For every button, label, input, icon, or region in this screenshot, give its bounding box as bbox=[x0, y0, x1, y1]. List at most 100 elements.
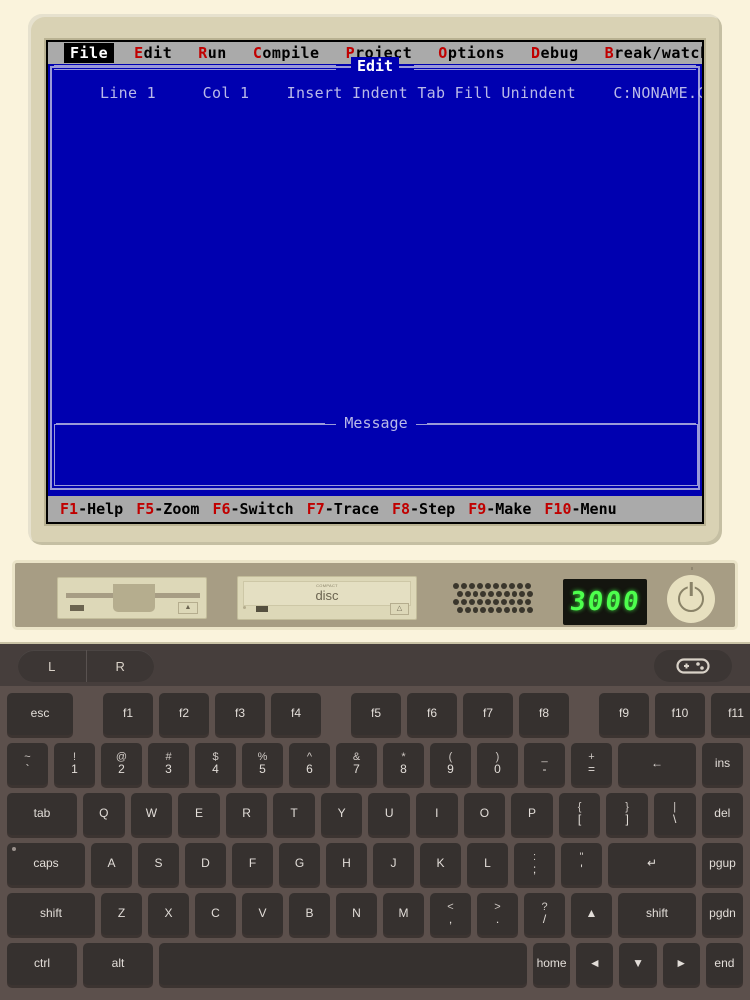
key-7[interactable]: & 7 bbox=[336, 743, 377, 785]
key-sym[interactable]: >. bbox=[477, 893, 518, 935]
key-sym[interactable]: ~ ` bbox=[7, 743, 48, 785]
key-ins[interactable]: ins bbox=[702, 743, 743, 785]
key-end[interactable]: end bbox=[705, 943, 744, 985]
key-g[interactable]: G bbox=[279, 843, 320, 885]
fkey-f1[interactable]: F1-Help bbox=[60, 500, 123, 518]
fkey-f6[interactable]: F6-Switch bbox=[212, 500, 293, 518]
key-q[interactable]: Q bbox=[83, 793, 125, 835]
key-f6[interactable]: f6 bbox=[407, 693, 457, 735]
key-shift[interactable]: shift bbox=[7, 893, 95, 935]
key-sym[interactable]: :; bbox=[514, 843, 555, 885]
key-o[interactable]: O bbox=[463, 793, 506, 835]
key-sym[interactable]: }] bbox=[606, 793, 648, 835]
key-f7[interactable]: f7 bbox=[463, 693, 513, 735]
fkey-f8[interactable]: F8-Step bbox=[392, 500, 455, 518]
key-sym[interactable]: ► bbox=[662, 943, 700, 985]
floppy-drive[interactable]: ▲ bbox=[57, 577, 207, 619]
key-4[interactable]: $4 bbox=[195, 743, 236, 785]
cd-tray[interactable]: COMPACT disc bbox=[243, 581, 411, 606]
key-f2[interactable]: f2 bbox=[159, 693, 209, 735]
cd-eject-button[interactable]: △ bbox=[390, 603, 409, 615]
key-sym[interactable]: ↵ bbox=[608, 843, 696, 885]
key-y[interactable]: Y bbox=[320, 793, 363, 835]
editor-text-area[interactable] bbox=[52, 112, 698, 420]
key-caps[interactable]: caps bbox=[7, 843, 85, 885]
key-sym[interactable]: ▲ bbox=[571, 893, 612, 935]
key-e[interactable]: E bbox=[178, 793, 220, 835]
key-1[interactable]: ! 1 bbox=[54, 743, 95, 785]
key-r[interactable]: R bbox=[225, 793, 268, 835]
key-b[interactable]: B bbox=[289, 893, 330, 935]
key-sym[interactable]: ◄ bbox=[576, 943, 614, 985]
fkey-f10[interactable]: F10-Menu bbox=[544, 500, 616, 518]
power-button[interactable] bbox=[667, 575, 715, 623]
key-label: f1 bbox=[122, 706, 133, 721]
fkey-f7[interactable]: F7-Trace bbox=[307, 500, 379, 518]
key-space[interactable] bbox=[159, 943, 527, 985]
compact-disc-logo: COMPACT disc bbox=[315, 583, 338, 604]
cd-drive[interactable]: COMPACT disc △ bbox=[237, 576, 417, 620]
key-a[interactable]: A bbox=[91, 843, 132, 885]
key-m[interactable]: M bbox=[383, 893, 424, 935]
key-z[interactable]: Z bbox=[101, 893, 142, 935]
key-p[interactable]: P bbox=[511, 793, 553, 835]
key-3[interactable]: #3 bbox=[148, 743, 189, 785]
key-sym[interactable]: | \ bbox=[653, 793, 696, 835]
key-t[interactable]: T bbox=[273, 793, 315, 835]
key-f9[interactable]: f9 bbox=[599, 693, 649, 735]
key-2[interactable]: @2 bbox=[101, 743, 142, 785]
key-9[interactable]: (9 bbox=[430, 743, 471, 785]
key-0[interactable]: ) 0 bbox=[477, 743, 518, 785]
key-i[interactable]: I bbox=[416, 793, 458, 835]
key-l[interactable]: L bbox=[467, 843, 508, 885]
gamepad-toggle-button[interactable] bbox=[654, 650, 732, 682]
key-pgup[interactable]: pgup bbox=[702, 843, 743, 885]
key-s[interactable]: S bbox=[138, 843, 179, 885]
key-alt[interactable]: alt bbox=[83, 943, 153, 985]
key-f8[interactable]: f8 bbox=[519, 693, 569, 735]
shoulder-button-left[interactable]: L bbox=[18, 650, 86, 682]
key-f4[interactable]: f4 bbox=[271, 693, 321, 735]
keyboard-qwerty-row: tab Q W E R T Y U I O P {[}] | \ del bbox=[4, 790, 746, 838]
key-5[interactable]: % 5 bbox=[242, 743, 283, 785]
key-sym[interactable]: {[ bbox=[558, 793, 601, 835]
key-n[interactable]: N bbox=[336, 893, 377, 935]
shoulder-button-right[interactable]: R bbox=[85, 650, 155, 682]
key-c[interactable]: C bbox=[195, 893, 236, 935]
key-f5[interactable]: f5 bbox=[351, 693, 401, 735]
key-j[interactable]: J bbox=[373, 843, 414, 885]
key-f10[interactable]: f10 bbox=[655, 693, 705, 735]
key-ctrl[interactable]: ctrl bbox=[7, 943, 77, 985]
fkey-f9[interactable]: F9-Make bbox=[468, 500, 531, 518]
key-sym[interactable]: ? / bbox=[524, 893, 565, 935]
key-tab[interactable]: tab bbox=[7, 793, 77, 835]
key-v[interactable]: V bbox=[242, 893, 283, 935]
key-esc[interactable]: esc bbox=[7, 693, 73, 735]
key-home[interactable]: home bbox=[533, 943, 571, 985]
key-sym[interactable]: " ' bbox=[561, 843, 602, 885]
key-sym[interactable]: _ - bbox=[524, 743, 565, 785]
key-f1[interactable]: f1 bbox=[103, 693, 153, 735]
floppy-eject-button[interactable]: ▲ bbox=[178, 602, 198, 614]
key-f3[interactable]: f3 bbox=[215, 693, 265, 735]
key-x[interactable]: X bbox=[148, 893, 189, 935]
key-f[interactable]: F bbox=[232, 843, 273, 885]
floppy-lever[interactable] bbox=[113, 584, 155, 612]
key-u[interactable]: U bbox=[368, 793, 411, 835]
key-h[interactable]: H bbox=[326, 843, 367, 885]
key-f11[interactable]: f11 bbox=[711, 693, 750, 735]
key-k[interactable]: K bbox=[420, 843, 461, 885]
speaker-dot bbox=[457, 607, 463, 613]
key-sym[interactable]: + = bbox=[571, 743, 612, 785]
key-8[interactable]: * 8 bbox=[383, 743, 424, 785]
key-pgdn[interactable]: pgdn bbox=[702, 893, 743, 935]
key-6[interactable]: ^ 6 bbox=[289, 743, 330, 785]
key-sym[interactable]: <, bbox=[430, 893, 471, 935]
key-sym[interactable]: ← bbox=[618, 743, 696, 785]
key-sym[interactable]: ▼ bbox=[619, 943, 657, 985]
key-del[interactable]: del bbox=[701, 793, 744, 835]
key-shift[interactable]: shift bbox=[618, 893, 696, 935]
fkey-f5[interactable]: F5-Zoom bbox=[136, 500, 199, 518]
key-w[interactable]: W bbox=[130, 793, 173, 835]
key-d[interactable]: D bbox=[185, 843, 226, 885]
